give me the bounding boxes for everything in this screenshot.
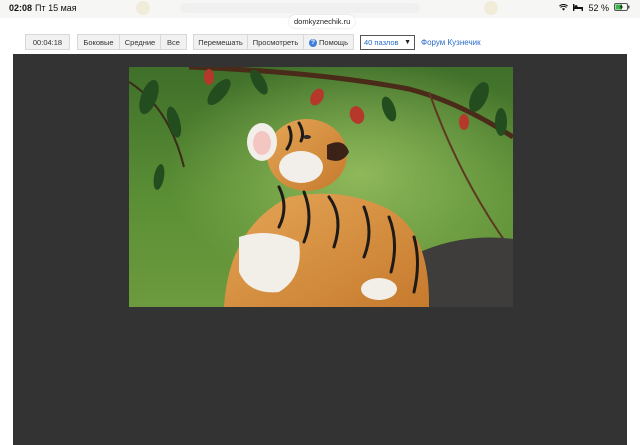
bed-icon — [573, 3, 584, 13]
preview-button[interactable]: Просмотреть — [247, 34, 304, 50]
faded-address-bar — [180, 3, 420, 13]
status-time: 02:08 — [9, 3, 33, 13]
middle-button[interactable]: Средние — [119, 34, 161, 50]
pieces-select-value: 40 пазлов — [364, 38, 399, 47]
battery-percent: 52 % — [588, 3, 609, 13]
help-button[interactable]: ? Помощь — [303, 34, 354, 50]
timer-display: 00:04:18 — [25, 34, 70, 50]
wifi-icon — [559, 3, 569, 13]
status-indicators: 52 % — [559, 3, 630, 13]
pieces-select[interactable]: 40 пазлов ▼ — [360, 35, 415, 50]
status-date: Пт 15 мая — [35, 3, 77, 13]
faded-app-icon — [136, 1, 150, 15]
help-label: Помощь — [319, 38, 348, 47]
puzzle-toolbar: 00:04:18 Боковые Средние Все Перемешать … — [0, 30, 640, 54]
dropdown-arrow-icon: ▼ — [404, 39, 411, 46]
battery-icon — [614, 3, 630, 13]
all-button[interactable]: Все — [160, 34, 187, 50]
help-icon: ? — [309, 39, 318, 48]
puzzle-board — [13, 54, 627, 445]
edges-button[interactable]: Боковые — [77, 34, 120, 50]
url-pill[interactable]: domkyznechik.ru — [289, 15, 356, 28]
faded-app-icon — [484, 1, 498, 15]
shuffle-button[interactable]: Перемешать — [193, 34, 248, 50]
puzzle-image[interactable] — [129, 67, 513, 307]
forum-link[interactable]: Форум Кузнечик — [421, 38, 481, 47]
